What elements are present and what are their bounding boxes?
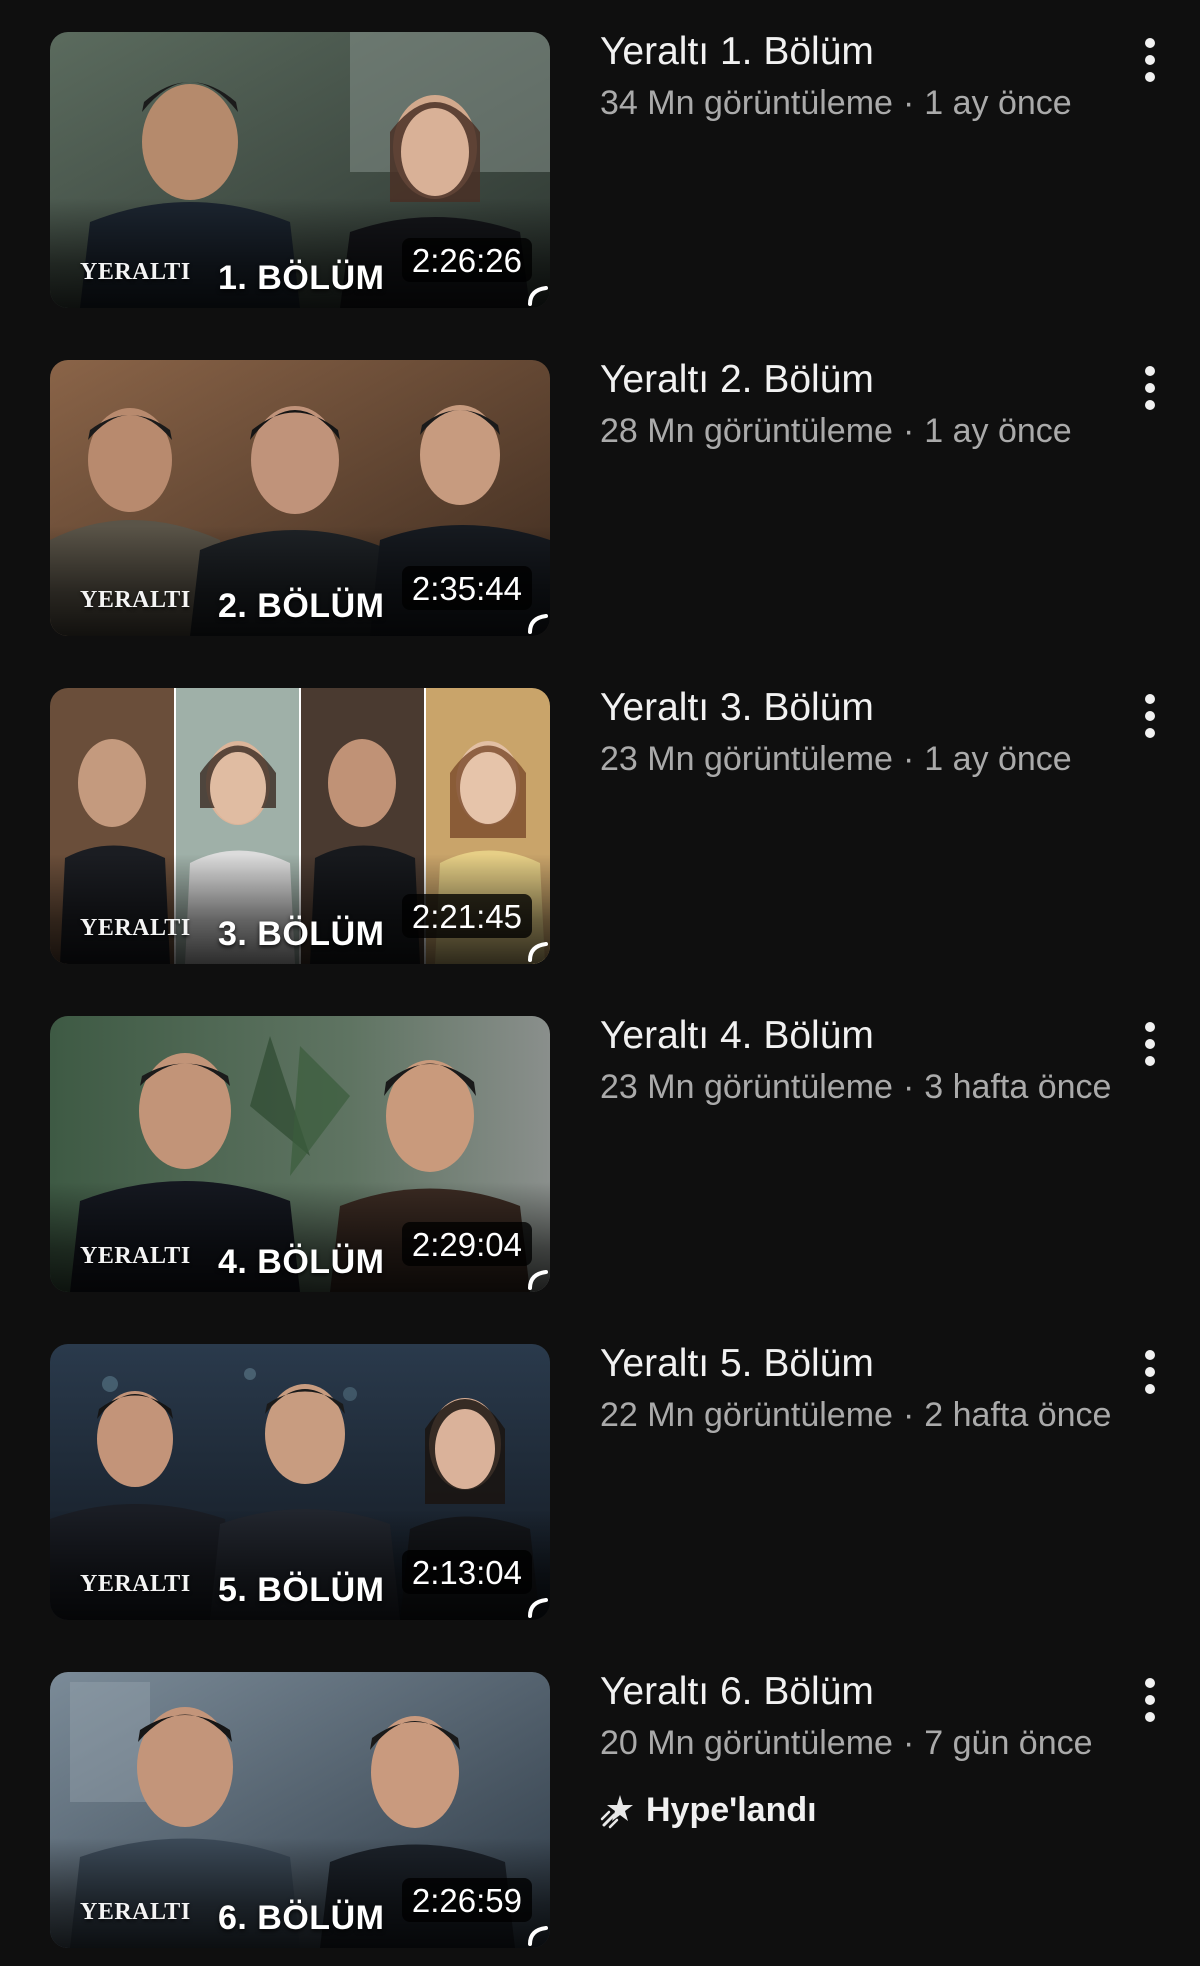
video-title[interactable]: Yeraltı 2. Bölüm	[600, 358, 874, 402]
hype-badge: Hype'landı	[600, 1788, 817, 1832]
video-title[interactable]: Yeraltı 4. Bölüm	[600, 1014, 874, 1058]
duration-badge: 2:13:04	[401, 1550, 532, 1594]
corner-curve-icon	[528, 1270, 548, 1290]
upload-age: 3 hafta önce	[924, 1068, 1112, 1106]
show-logo: YERALTI	[80, 587, 191, 613]
view-count: 28 Mn görüntüleme	[600, 412, 893, 450]
meta-separator: ·	[902, 84, 915, 122]
view-count: 23 Mn görüntüleme	[600, 1068, 893, 1106]
corner-curve-icon	[528, 286, 548, 306]
video-meta: 23 Mn görüntüleme · 1 ay önce	[600, 740, 1072, 779]
video-title[interactable]: Yeraltı 5. Bölüm	[600, 1342, 874, 1386]
duration-badge: 2:26:59	[401, 1878, 532, 1922]
corner-curve-icon	[528, 942, 548, 962]
video-thumbnail[interactable]: YERALTI 6. BÖLÜM 2:26:59	[50, 1672, 550, 1948]
episode-label: 1. BÖLÜM	[218, 259, 385, 297]
video-list: YERALTI 1. BÖLÜM 2:26:26 Yeraltı 1. Bölü…	[0, 0, 1200, 1966]
video-meta: 34 Mn görüntüleme · 1 ay önce	[600, 84, 1072, 123]
more-vertical-icon[interactable]	[1130, 1014, 1170, 1074]
video-meta: 20 Mn görüntüleme · 7 gün önce	[600, 1724, 1093, 1763]
view-count: 22 Mn görüntüleme	[600, 1396, 893, 1434]
upload-age: 1 ay önce	[924, 740, 1072, 778]
video-item[interactable]: YERALTI 6. BÖLÜM 2:26:59 Yeraltı 6. Bölü…	[0, 1640, 1200, 1948]
meta-separator: ·	[902, 1724, 915, 1762]
duration-badge: 2:29:04	[401, 1222, 532, 1266]
hype-label: Hype'landı	[646, 1790, 817, 1829]
episode-label: 5. BÖLÜM	[218, 1571, 385, 1609]
more-vertical-icon[interactable]	[1130, 1342, 1170, 1402]
view-count: 20 Mn görüntüleme	[600, 1724, 893, 1762]
video-thumbnail[interactable]: YERALTI 4. BÖLÜM 2:29:04	[50, 1016, 550, 1292]
more-vertical-icon[interactable]	[1130, 686, 1170, 746]
video-meta: 22 Mn görüntüleme · 2 hafta önce	[600, 1396, 1111, 1435]
duration-badge: 2:35:44	[401, 566, 532, 610]
upload-age: 1 ay önce	[924, 84, 1072, 122]
video-title[interactable]: Yeraltı 3. Bölüm	[600, 686, 874, 730]
video-item[interactable]: YERALTI 2. BÖLÜM 2:35:44 Yeraltı 2. Bölü…	[0, 328, 1200, 636]
show-logo: YERALTI	[80, 1243, 191, 1269]
duration-badge: 2:21:45	[401, 894, 532, 938]
video-item[interactable]: YERALTI 3. BÖLÜM 2:21:45 Yeraltı 3. Bölü…	[0, 656, 1200, 964]
video-title[interactable]: Yeraltı 6. Bölüm	[600, 1670, 874, 1714]
more-vertical-icon[interactable]	[1130, 358, 1170, 418]
video-thumbnail[interactable]: YERALTI 1. BÖLÜM 2:26:26	[50, 32, 550, 308]
upload-age: 2 hafta önce	[924, 1396, 1112, 1434]
video-thumbnail[interactable]: YERALTI 2. BÖLÜM 2:35:44	[50, 360, 550, 636]
view-count: 34 Mn görüntüleme	[600, 84, 893, 122]
more-vertical-icon[interactable]	[1130, 30, 1170, 90]
meta-separator: ·	[902, 1068, 915, 1106]
episode-label: 4. BÖLÜM	[218, 1243, 385, 1281]
show-logo: YERALTI	[80, 1899, 191, 1925]
video-item[interactable]: YERALTI 5. BÖLÜM 2:13:04 Yeraltı 5. Bölü…	[0, 1312, 1200, 1620]
video-thumbnail[interactable]: YERALTI 3. BÖLÜM 2:21:45	[50, 688, 550, 964]
show-logo: YERALTI	[80, 915, 191, 941]
hype-icon	[600, 1795, 633, 1829]
video-meta: 28 Mn görüntüleme · 1 ay önce	[600, 412, 1072, 451]
meta-separator: ·	[902, 412, 915, 450]
meta-separator: ·	[902, 1396, 915, 1434]
video-meta: 23 Mn görüntüleme · 3 hafta önce	[600, 1068, 1111, 1107]
meta-separator: ·	[902, 740, 915, 778]
upload-age: 1 ay önce	[924, 412, 1072, 450]
view-count: 23 Mn görüntüleme	[600, 740, 893, 778]
episode-label: 3. BÖLÜM	[218, 915, 385, 953]
upload-age: 7 gün önce	[924, 1724, 1093, 1762]
episode-label: 6. BÖLÜM	[218, 1899, 385, 1937]
corner-curve-icon	[528, 1926, 548, 1946]
show-logo: YERALTI	[80, 259, 191, 285]
video-item[interactable]: YERALTI 4. BÖLÜM 2:29:04 Yeraltı 4. Bölü…	[0, 984, 1200, 1292]
show-logo: YERALTI	[80, 1571, 191, 1597]
video-item[interactable]: YERALTI 1. BÖLÜM 2:26:26 Yeraltı 1. Bölü…	[0, 0, 1200, 308]
corner-curve-icon	[528, 1598, 548, 1618]
corner-curve-icon	[528, 614, 548, 634]
more-vertical-icon[interactable]	[1130, 1670, 1170, 1730]
video-thumbnail[interactable]: YERALTI 5. BÖLÜM 2:13:04	[50, 1344, 550, 1620]
video-title[interactable]: Yeraltı 1. Bölüm	[600, 30, 874, 74]
duration-badge: 2:26:26	[401, 238, 532, 282]
episode-label: 2. BÖLÜM	[218, 587, 385, 625]
